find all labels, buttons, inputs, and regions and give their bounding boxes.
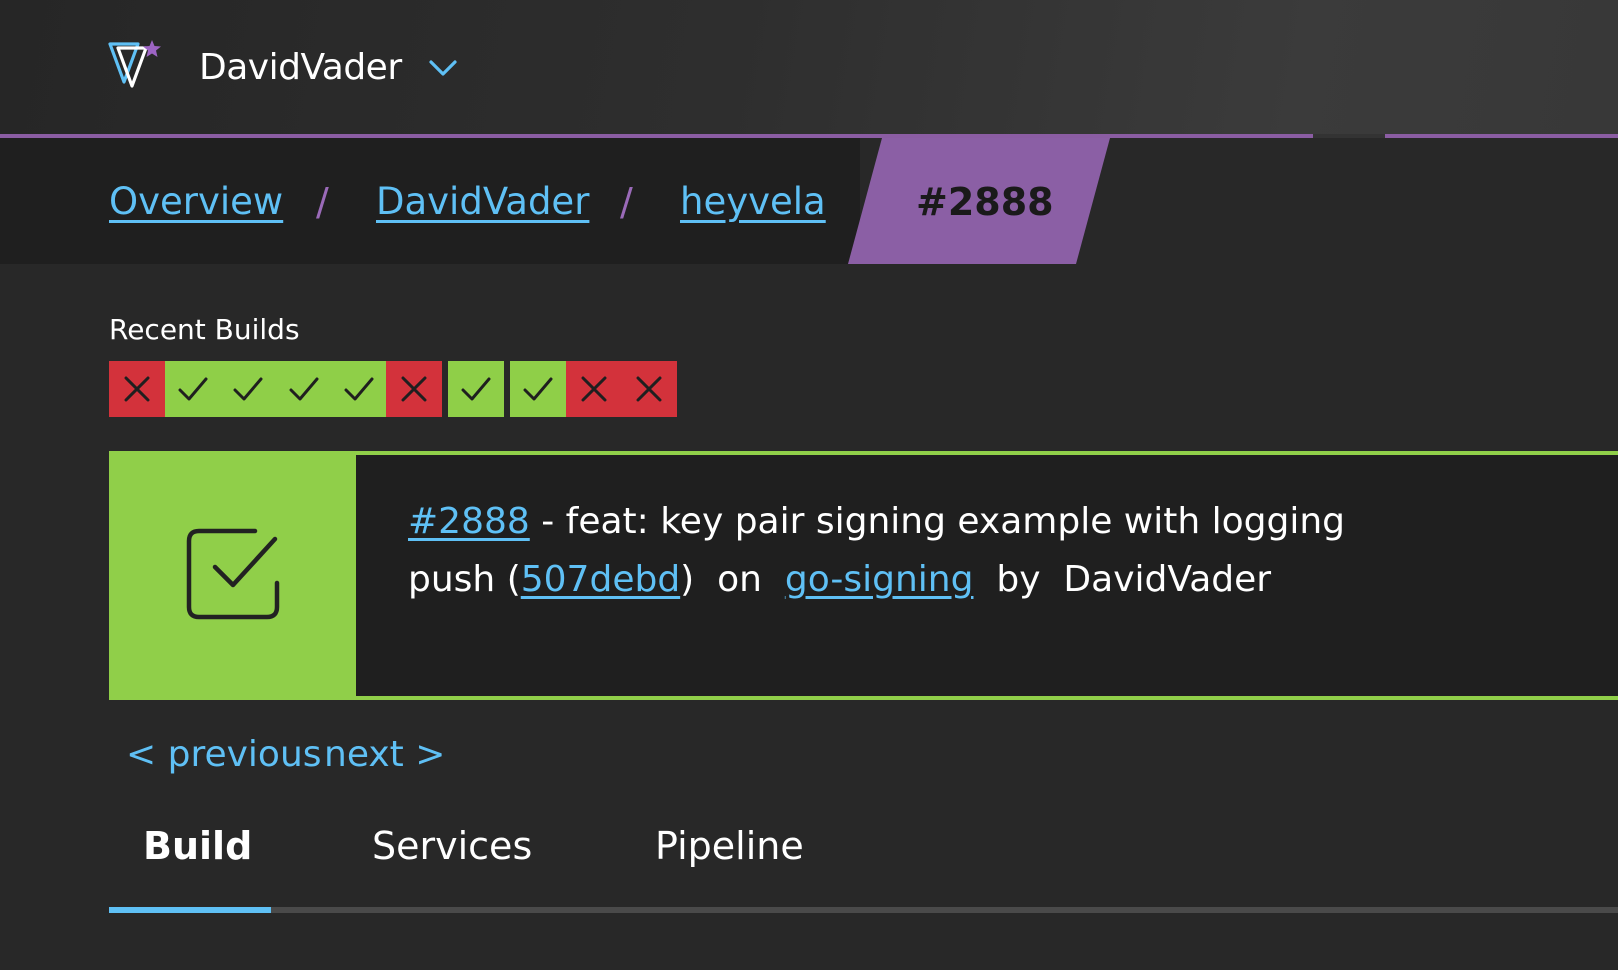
recent-build-failure[interactable] xyxy=(566,361,622,417)
recent-build-success[interactable] xyxy=(331,361,387,417)
commit-link[interactable]: 507debd xyxy=(521,559,680,600)
checkbox-check-icon xyxy=(186,528,280,620)
recent-build-failure[interactable] xyxy=(109,361,165,417)
recent-build-failure[interactable] xyxy=(386,361,442,417)
tab-pipeline[interactable]: Pipeline xyxy=(655,822,804,870)
tab-build[interactable]: Build xyxy=(143,822,252,870)
x-icon xyxy=(581,376,607,402)
build-author: DavidVader xyxy=(1063,559,1272,600)
breadcrumb-overview-link[interactable]: Overview xyxy=(109,178,283,226)
checkmark-icon xyxy=(233,377,263,401)
build-title-line: #2888 - feat: key pair signing example w… xyxy=(408,499,1345,545)
checkmark-icon xyxy=(289,377,319,401)
x-icon xyxy=(124,376,150,402)
recent-build-success[interactable] xyxy=(165,361,221,417)
tab-services[interactable]: Services xyxy=(372,822,532,870)
breadcrumb-separator: / xyxy=(316,180,329,224)
breadcrumb-separator: / xyxy=(620,180,633,224)
recent-builds-label: Recent Builds xyxy=(109,313,300,346)
x-icon xyxy=(636,376,662,402)
checkmark-icon xyxy=(344,377,374,401)
org-name[interactable]: DavidVader xyxy=(199,46,402,90)
breadcrumb-current-build: #2888 xyxy=(916,180,1054,224)
breadcrumb-repo-link[interactable]: heyvela xyxy=(680,178,826,226)
checkmark-icon xyxy=(178,377,208,401)
build-by-label: by xyxy=(996,559,1041,600)
recent-build-success[interactable] xyxy=(220,361,276,417)
recent-build-success[interactable] xyxy=(448,361,504,417)
build-status-indicator xyxy=(109,451,356,700)
build-on-label: on xyxy=(717,559,762,600)
build-details-line: push (507debd) on go-signing by DavidVad… xyxy=(408,559,1272,600)
build-number-link[interactable]: #2888 xyxy=(408,501,530,542)
checkmark-icon xyxy=(461,377,491,401)
branch-link[interactable]: go-signing xyxy=(785,559,974,600)
breadcrumb-org-link[interactable]: DavidVader xyxy=(376,178,589,226)
recent-build-failure[interactable] xyxy=(621,361,677,417)
build-commit-message: - feat: key pair signing example with lo… xyxy=(541,501,1346,542)
x-icon xyxy=(401,376,427,402)
next-build-link[interactable]: next > xyxy=(324,732,445,778)
recent-build-success[interactable] xyxy=(276,361,332,417)
vela-logo-icon[interactable] xyxy=(106,38,164,90)
active-tab-indicator xyxy=(109,907,271,913)
previous-build-link[interactable]: < previous xyxy=(126,732,322,778)
build-event: push xyxy=(408,559,496,600)
checkmark-icon xyxy=(523,377,553,401)
recent-build-success[interactable] xyxy=(510,361,566,417)
chevron-down-icon[interactable] xyxy=(428,58,458,78)
tab-track xyxy=(109,907,1618,913)
